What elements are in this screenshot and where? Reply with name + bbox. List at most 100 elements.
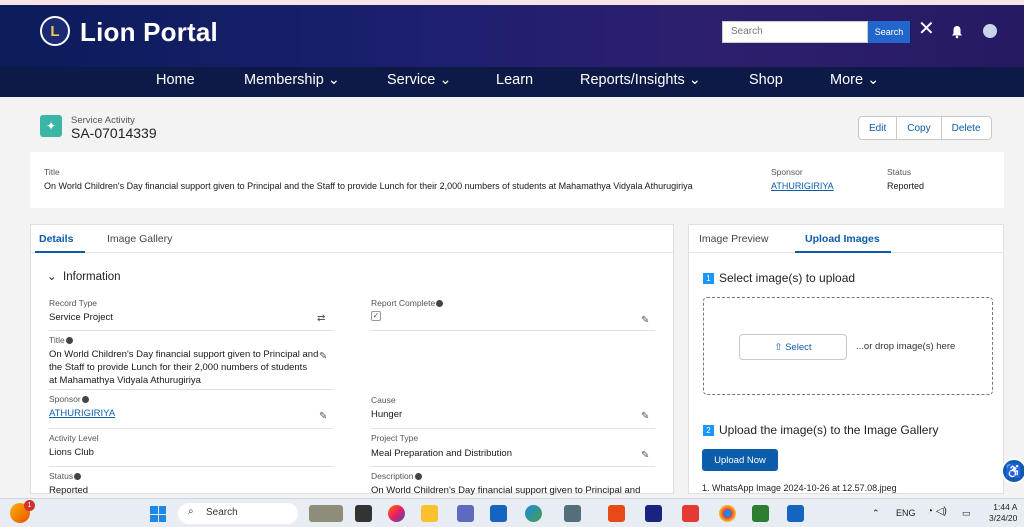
info-icon[interactable] [436, 300, 444, 308]
user-avatar[interactable] [983, 24, 997, 38]
taskbar-clock[interactable]: 1:44 A 3/24/20 [989, 502, 1017, 524]
report-complete-checkbox[interactable]: ✓ [371, 311, 381, 321]
edit-title-pencil-icon[interactable]: ✎ [319, 351, 327, 362]
description-label-wrap: Description [371, 471, 422, 481]
hl-title-label: Title [44, 167, 60, 177]
active-tab-indicator [35, 251, 85, 253]
status-field-label-wrap: Status [49, 471, 82, 481]
teams-icon[interactable] [457, 505, 474, 522]
lions-logo-icon[interactable]: L [40, 16, 70, 46]
divider [49, 389, 333, 390]
wifi-volume-icon[interactable]: ◔ ◁) [927, 506, 947, 517]
search-input[interactable]: Search [722, 21, 868, 43]
powerpoint-icon[interactable] [608, 505, 625, 522]
information-section-header[interactable]: ⌄ Information [47, 269, 121, 283]
select-images-button[interactable]: ⇧ Select [739, 334, 847, 360]
delete-button[interactable]: Delete [942, 117, 991, 139]
title-field-label-wrap: Title [49, 335, 73, 345]
hl-status-value: Reported [887, 181, 925, 191]
upload-tabs: Image Preview Upload Images [689, 225, 1003, 253]
language-indicator[interactable]: ENG [896, 508, 916, 518]
tab-details[interactable]: Details [39, 233, 73, 245]
store-icon[interactable] [645, 505, 662, 522]
image-dropzone[interactable]: ⇧ Select ...or drop image(s) here [703, 297, 993, 395]
edit-button[interactable]: Edit [859, 117, 898, 139]
excel-icon[interactable] [752, 505, 769, 522]
windows-taskbar: 1 ⌕ Search ⌃ ENG ◔ ◁) ▭ 1:44 A 3/24/20 [0, 498, 1024, 527]
report-complete-label-wrap: Report Complete [371, 298, 444, 308]
activity-level-value: Lions Club [49, 447, 94, 458]
info-icon[interactable] [414, 473, 422, 481]
search-button[interactable]: Search [868, 21, 910, 43]
copy-button[interactable]: Copy [897, 117, 942, 139]
divider [49, 330, 333, 331]
battery-icon[interactable]: ▭ [962, 508, 971, 519]
file-explorer-icon[interactable] [421, 505, 438, 522]
title-field-line-3: at Mahamathya Vidyala Athurugiriya [49, 375, 201, 386]
nav-more[interactable]: More ⌄ [830, 72, 879, 88]
edit-cause-pencil-icon[interactable]: ✎ [641, 411, 649, 422]
details-tabs: Details Image Gallery [31, 225, 673, 253]
change-record-type-icon[interactable]: ⇄ [317, 313, 325, 324]
tab-image-preview[interactable]: Image Preview [699, 233, 768, 245]
edge-icon[interactable] [525, 505, 542, 522]
widgets-icon[interactable] [309, 505, 343, 522]
step-1-badge: 1 [703, 273, 714, 284]
upload-icon: ⇧ [774, 341, 783, 353]
copilot-icon[interactable] [388, 505, 405, 522]
nav-reports-insights[interactable]: Reports/Insights ⌄ [580, 72, 701, 88]
taskbar-search[interactable]: ⌕ Search [178, 503, 298, 524]
report-complete-label: Report Complete [371, 298, 436, 308]
tab-image-gallery[interactable]: Image Gallery [107, 233, 172, 245]
show-hidden-icons-chevron-icon[interactable]: ⌃ [872, 508, 880, 519]
edit-project-type-pencil-icon[interactable]: ✎ [641, 450, 649, 461]
hl-status-label: Status [887, 167, 912, 177]
hl-sponsor-label: Sponsor [771, 167, 803, 177]
tab-upload-images[interactable]: Upload Images [805, 233, 880, 245]
nav-service[interactable]: Service ⌄ [387, 72, 452, 88]
hl-sponsor-link[interactable]: ATHURIGIRIYA [771, 181, 834, 191]
description-label: Description [371, 471, 414, 481]
file-list-item: 1. WhatsApp Image 2024-10-26 at 12.57.08… [702, 483, 897, 493]
record-type-field-value: Service Project [49, 312, 113, 323]
record-number: SA-07014339 [71, 125, 157, 141]
main-nav: Home Membership ⌄ Service ⌄ Learn Report… [0, 67, 1024, 97]
record-type-field-label: Record Type [49, 298, 98, 308]
camera-icon[interactable] [564, 505, 581, 522]
title-field-label: Title [49, 335, 65, 345]
sponsor-link[interactable]: ATHURIGIRIYA [49, 407, 115, 420]
close-icon[interactable]: ✕ [918, 19, 935, 39]
divider [49, 466, 333, 467]
divider [371, 330, 655, 331]
edit-report-complete-pencil-icon[interactable]: ✎ [641, 315, 649, 326]
edit-sponsor-pencil-icon[interactable]: ✎ [319, 411, 327, 422]
highlights-panel: Title On World Children's Day financial … [30, 152, 1004, 208]
upload-now-button[interactable]: Upload Now [702, 449, 778, 471]
info-icon[interactable] [81, 396, 89, 404]
outlook-icon[interactable] [490, 505, 507, 522]
info-icon[interactable] [65, 337, 73, 345]
step-1-text: Select image(s) to upload [719, 271, 856, 285]
word-icon[interactable] [787, 505, 804, 522]
information-section-title: Information [63, 271, 121, 283]
nav-learn[interactable]: Learn [496, 72, 533, 88]
brand-title[interactable]: Lion Portal [80, 17, 218, 48]
windows-start-icon[interactable] [150, 506, 166, 522]
youtube-icon[interactable] [682, 505, 699, 522]
divider [371, 466, 655, 467]
cause-value: Hunger [371, 409, 403, 420]
nav-shop[interactable]: Shop [749, 72, 783, 88]
accessibility-icon[interactable]: ♿ [1001, 458, 1024, 484]
step-2-badge: 2 [703, 425, 714, 436]
select-label: Select [785, 341, 812, 353]
chrome-icon[interactable] [719, 505, 736, 522]
step-2-title: 2 Upload the image(s) to the Image Galler… [703, 423, 938, 437]
task-view-icon[interactable] [355, 505, 372, 522]
status-field-label: Status [49, 471, 74, 481]
sponsor-field-label: Sponsor [49, 394, 81, 404]
info-icon[interactable] [74, 473, 82, 481]
nav-membership[interactable]: Membership ⌄ [244, 72, 340, 88]
site-header: L Lion Portal Search Search ✕ [0, 5, 1024, 67]
bell-icon[interactable] [950, 25, 964, 39]
nav-home[interactable]: Home [156, 72, 195, 88]
